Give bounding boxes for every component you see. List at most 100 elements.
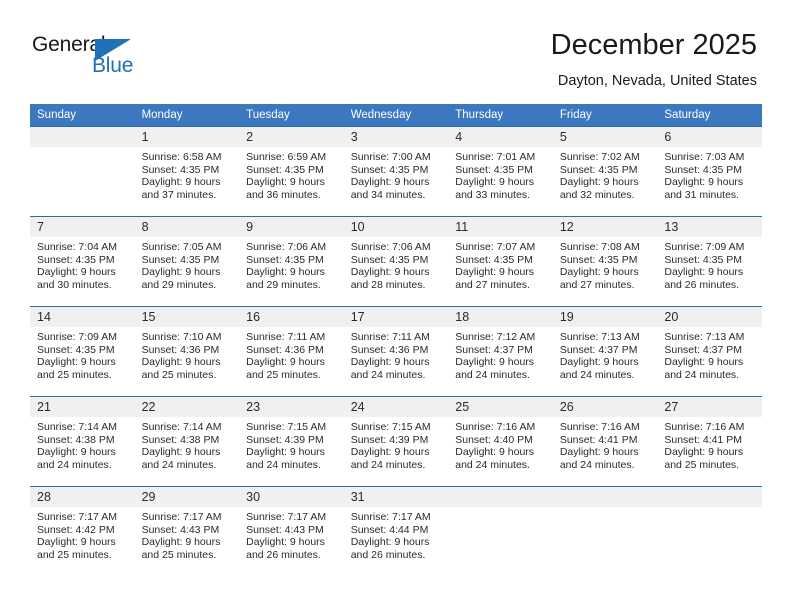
calendar-day-cell[interactable]: 15 Sunrise: 7:10 AM Sunset: 4:36 PM Dayligh…: [134, 306, 240, 397]
daylight-text-line1: Daylight: 9 hours: [455, 266, 535, 279]
day-number: 22: [134, 397, 240, 417]
calendar-day-cell[interactable]: 9 Sunrise: 7:06 AM Sunset: 4:35 PM Daylight…: [239, 216, 344, 307]
calendar-day-cell[interactable]: 5 Sunrise: 7:02 AM Sunset: 4:35 PM Daylight…: [552, 126, 658, 217]
daylight-text-line1: Daylight: 9 hours: [455, 356, 535, 369]
day-details: Sunrise: 7:12 AM Sunset: 4:37 PM Daylight:…: [448, 327, 553, 381]
calendar-day-cell[interactable]: 19 Sunrise: 7:13 AM Sunset: 4:37 PM Dayligh…: [552, 306, 658, 397]
daylight-text-line1: Daylight: 9 hours: [664, 176, 744, 189]
day-details: Sunrise: 7:16 AM Sunset: 4:41 PM Daylight:…: [553, 417, 658, 471]
calendar-day-cell[interactable]: 12 Sunrise: 7:08 AM Sunset: 4:35 PM Dayligh…: [552, 216, 658, 307]
day-number: 1: [134, 127, 240, 147]
daylight-text-line2: and 29 minutes.: [246, 278, 321, 291]
daylight-text-line1: Daylight: 9 hours: [350, 446, 430, 459]
daylight-text-line2: and 28 minutes.: [350, 278, 426, 291]
day-number: 30: [239, 487, 344, 507]
sunrise-text: Sunrise: 7:14 AM: [141, 421, 222, 433]
day-details: Sunrise: 7:09 AM Sunset: 4:35 PM Daylight:…: [30, 327, 135, 381]
day-number: 23: [239, 397, 344, 417]
day-number: 18: [448, 307, 553, 327]
sunrise-text: Sunrise: 7:05 AM: [141, 241, 222, 253]
sunrise-text: Sunrise: 7:00 AM: [350, 151, 431, 163]
sunset-text: Sunset: 4:35 PM: [350, 163, 429, 176]
calendar-day-cell[interactable]: 23 Sunrise: 7:15 AM Sunset: 4:39 PM Dayligh…: [239, 396, 344, 487]
calendar-day-cell[interactable]: 24 Sunrise: 7:15 AM Sunset: 4:39 PM Dayligh…: [343, 396, 449, 487]
calendar-day-cell[interactable]: 11 Sunrise: 7:07 AM Sunset: 4:35 PM Dayligh…: [448, 216, 553, 307]
calendar-day-cell[interactable]: 25 Sunrise: 7:16 AM Sunset: 4:40 PM Dayligh…: [448, 396, 553, 487]
day-details: Sunrise: 7:00 AM Sunset: 4:35 PM Daylight:…: [344, 147, 449, 201]
calendar-day-cell[interactable]: 28 Sunrise: 7:17 AM Sunset: 4:42 PM Dayligh…: [30, 486, 135, 577]
daylight-text-line1: Daylight: 9 hours: [455, 446, 535, 459]
daylight-text-line1: Daylight: 9 hours: [141, 176, 221, 189]
calendar-day-cell[interactable]: 17 Sunrise: 7:11 AM Sunset: 4:36 PM Dayligh…: [343, 306, 449, 397]
day-details: Sunrise: 7:16 AM Sunset: 4:40 PM Daylight:…: [448, 417, 553, 471]
calendar-day-cell-empty: [552, 486, 658, 577]
day-number: 6: [657, 127, 762, 147]
calendar-week-row: 28 Sunrise: 7:17 AM Sunset: 4:42 PM Dayligh…: [30, 486, 762, 577]
daylight-text-line2: and 24 minutes.: [350, 368, 426, 381]
calendar-day-cell[interactable]: 2 Sunrise: 6:59 AM Sunset: 4:35 PM Daylight…: [239, 126, 344, 217]
general-blue-logo[interactable]: General Blue: [32, 33, 162, 83]
sunset-text: Sunset: 4:39 PM: [350, 433, 429, 446]
calendar-body: 1 Sunrise: 6:58 AM Sunset: 4:35 PM Daylight…: [30, 126, 762, 577]
daylight-text-line2: and 24 minutes.: [141, 458, 217, 471]
calendar-day-cell[interactable]: 20 Sunrise: 7:13 AM Sunset: 4:37 PM Dayligh…: [657, 306, 762, 397]
day-number: 5: [552, 127, 658, 147]
day-number: 27: [657, 397, 762, 417]
calendar-grid: Sunday Monday Tuesday Wednesday Thursday…: [30, 104, 762, 577]
day-number: 7: [30, 217, 135, 237]
calendar-day-cell[interactable]: 6 Sunrise: 7:03 AM Sunset: 4:35 PM Daylight…: [657, 126, 762, 217]
sunset-text: Sunset: 4:35 PM: [664, 253, 743, 266]
calendar-day-cell[interactable]: 30 Sunrise: 7:17 AM Sunset: 4:43 PM Dayligh…: [239, 486, 344, 577]
calendar-day-cell[interactable]: 7 Sunrise: 7:04 AM Sunset: 4:35 PM Daylight…: [30, 216, 135, 307]
daylight-text-line1: Daylight: 9 hours: [246, 176, 325, 189]
day-details: Sunrise: 7:14 AM Sunset: 4:38 PM Daylight:…: [135, 417, 240, 471]
sunrise-text: Sunrise: 7:06 AM: [246, 241, 327, 253]
day-details: Sunrise: 7:06 AM Sunset: 4:35 PM Daylight:…: [344, 237, 449, 291]
day-number: 10: [343, 217, 449, 237]
daylight-text-line2: and 29 minutes.: [141, 278, 217, 291]
calendar-day-cell[interactable]: 3 Sunrise: 7:00 AM Sunset: 4:35 PM Daylight…: [343, 126, 449, 217]
sunrise-text: Sunrise: 7:16 AM: [455, 421, 536, 433]
calendar-day-cell[interactable]: 8 Sunrise: 7:05 AM Sunset: 4:35 PM Daylight…: [134, 216, 240, 307]
daylight-text-line1: Daylight: 9 hours: [141, 446, 221, 459]
sunset-text: Sunset: 4:42 PM: [37, 523, 115, 536]
daylight-text-line2: and 25 minutes.: [37, 368, 112, 381]
day-number: [30, 127, 135, 147]
calendar-day-cell[interactable]: 29 Sunrise: 7:17 AM Sunset: 4:43 PM Dayligh…: [134, 486, 240, 577]
calendar-day-cell-empty: [30, 126, 135, 217]
day-details: Sunrise: 6:59 AM Sunset: 4:35 PM Daylight:…: [239, 147, 344, 201]
calendar-day-cell[interactable]: 13 Sunrise: 7:09 AM Sunset: 4:35 PM Dayligh…: [657, 216, 762, 307]
daylight-text-line1: Daylight: 9 hours: [246, 356, 325, 369]
calendar-day-cell[interactable]: 31 Sunrise: 7:17 AM Sunset: 4:44 PM Dayligh…: [343, 486, 449, 577]
day-number: 26: [552, 397, 658, 417]
day-details: Sunrise: 6:58 AM Sunset: 4:35 PM Daylight:…: [135, 147, 240, 201]
day-number: [448, 487, 553, 507]
calendar-day-cell[interactable]: 27 Sunrise: 7:16 AM Sunset: 4:41 PM Dayligh…: [657, 396, 762, 487]
calendar-day-cell[interactable]: 4 Sunrise: 7:01 AM Sunset: 4:35 PM Daylight…: [448, 126, 553, 217]
calendar-day-cell[interactable]: 21 Sunrise: 7:14 AM Sunset: 4:38 PM Dayligh…: [30, 396, 135, 487]
daylight-text-line2: and 31 minutes.: [664, 188, 740, 201]
calendar-day-cell[interactable]: 10 Sunrise: 7:06 AM Sunset: 4:35 PM Dayligh…: [343, 216, 449, 307]
page-title: December 2025: [550, 29, 757, 61]
sunrise-text: Sunrise: 7:17 AM: [350, 511, 431, 523]
daylight-text-line2: and 24 minutes.: [350, 458, 426, 471]
sunset-text: Sunset: 4:36 PM: [141, 343, 220, 356]
calendar-day-cell-empty: [448, 486, 553, 577]
calendar-day-cell[interactable]: 16 Sunrise: 7:11 AM Sunset: 4:36 PM Dayligh…: [239, 306, 344, 397]
calendar-day-cell[interactable]: 1 Sunrise: 6:58 AM Sunset: 4:35 PM Daylight…: [134, 126, 240, 217]
day-details: Sunrise: 7:17 AM Sunset: 4:44 PM Daylight:…: [344, 507, 449, 561]
day-details: Sunrise: 7:13 AM Sunset: 4:37 PM Daylight:…: [553, 327, 658, 381]
day-details: Sunrise: 7:05 AM Sunset: 4:35 PM Daylight:…: [135, 237, 240, 291]
weekday-header-tuesday: Tuesday: [239, 104, 344, 127]
calendar-day-cell-empty: [657, 486, 762, 577]
calendar-day-cell[interactable]: 22 Sunrise: 7:14 AM Sunset: 4:38 PM Dayligh…: [134, 396, 240, 487]
day-details: Sunrise: 7:15 AM Sunset: 4:39 PM Daylight:…: [344, 417, 449, 471]
calendar-day-cell[interactable]: 14 Sunrise: 7:09 AM Sunset: 4:35 PM Dayligh…: [30, 306, 135, 397]
calendar-day-cell[interactable]: 26 Sunrise: 7:16 AM Sunset: 4:41 PM Dayligh…: [552, 396, 658, 487]
day-number: 29: [134, 487, 240, 507]
sunrise-text: Sunrise: 7:06 AM: [350, 241, 431, 253]
weekday-header-row: Sunday Monday Tuesday Wednesday Thursday…: [30, 104, 762, 127]
calendar-day-cell[interactable]: 18 Sunrise: 7:12 AM Sunset: 4:37 PM Dayligh…: [448, 306, 553, 397]
sunrise-text: Sunrise: 7:14 AM: [37, 421, 117, 433]
daylight-text-line1: Daylight: 9 hours: [37, 356, 116, 369]
